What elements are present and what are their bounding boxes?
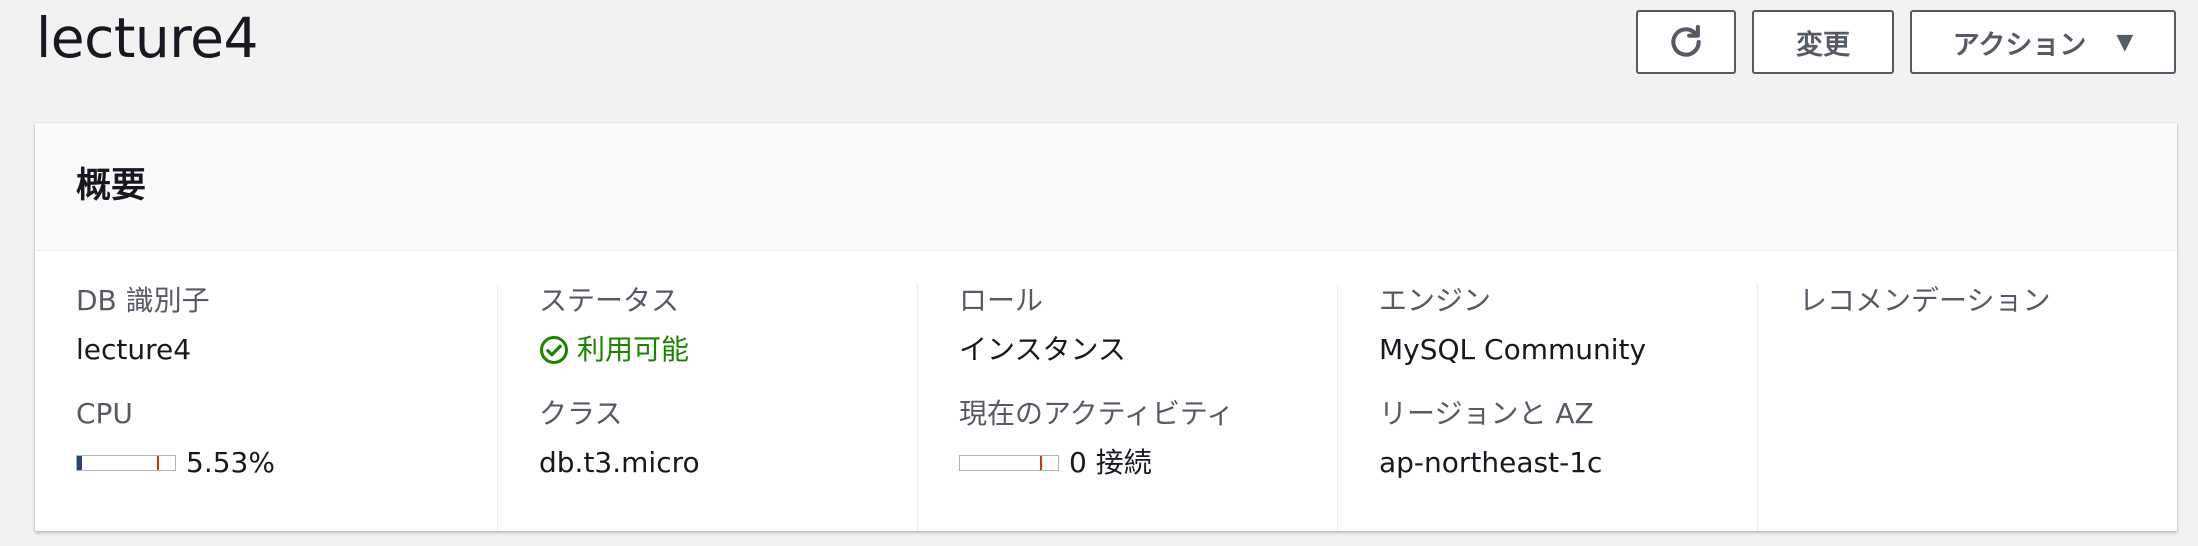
current-activity-value: 0 接続 [1069, 446, 1152, 479]
column-identifier: DB 識別子 lecture4 CPU 5.53% [35, 283, 497, 531]
current-activity-label: 現在のアクティビティ [959, 397, 1235, 430]
role-field: ロール インスタンス [959, 283, 1337, 368]
status-field: ステータス 利用可能 [539, 283, 917, 368]
activity-bar-threshold [1040, 456, 1042, 470]
panel-title: 概要 [76, 166, 147, 206]
summary-panel: 概要 DB 識別子 lecture4 CPU 5.53% ステータス 利用可能 … [35, 123, 2177, 531]
region-az-value: ap-northeast-1c [1379, 446, 1603, 479]
db-identifier-field: DB 識別子 lecture4 [76, 283, 497, 368]
status-label: ステータス [539, 284, 680, 317]
refresh-button[interactable] [1636, 10, 1736, 74]
role-label: ロール [959, 284, 1044, 317]
cpu-label: CPU [76, 397, 133, 430]
cpu-bar [76, 455, 176, 471]
refresh-icon [1671, 24, 1701, 57]
cpu-value: 5.53% [186, 446, 275, 479]
activity-bar [959, 455, 1059, 471]
actions-label: アクション [1952, 29, 2087, 61]
current-activity-value-row: 0 接続 [959, 445, 1337, 481]
actions-dropdown-button[interactable]: アクション ▼ [1910, 10, 2176, 74]
status-value-row: 利用可能 [539, 332, 917, 368]
column-recommendations: レコメンデーション [1757, 283, 2177, 531]
column-engine: エンジン MySQL Community リージョンと AZ ap-northe… [1337, 283, 1757, 531]
region-az-field: リージョンと AZ ap-northeast-1c [1379, 396, 1757, 481]
cpu-bar-threshold [157, 456, 159, 470]
recommendations-label: レコメンデーション [1799, 284, 2051, 317]
modify-button[interactable]: 変更 [1752, 10, 1894, 74]
db-identifier-value: lecture4 [76, 333, 192, 366]
cpu-bar-fill [77, 456, 83, 470]
header-actions: 変更 アクション ▼ [1636, 10, 2176, 74]
cpu-value-row: 5.53% [76, 445, 497, 481]
db-identifier-label: DB 識別子 [76, 284, 210, 317]
engine-label: エンジン [1379, 284, 1492, 317]
column-role: ロール インスタンス 現在のアクティビティ 0 接続 [917, 283, 1337, 531]
recommendations-field: レコメンデーション [1799, 283, 2177, 319]
column-status: ステータス 利用可能 クラス db.t3.micro [497, 283, 917, 531]
status-value: 利用可能 [577, 333, 690, 366]
class-field: クラス db.t3.micro [539, 396, 917, 481]
current-activity-field: 現在のアクティビティ 0 接続 [959, 396, 1337, 481]
class-label: クラス [539, 397, 623, 430]
role-value: インスタンス [959, 333, 1126, 366]
page-title: lecture4 [36, 6, 259, 70]
engine-field: エンジン MySQL Community [1379, 283, 1757, 368]
caret-down-icon: ▼ [2116, 29, 2134, 55]
region-az-label: リージョンと AZ [1379, 397, 1594, 430]
cpu-field: CPU 5.53% [76, 396, 497, 481]
check-circle-icon [540, 336, 568, 364]
panel-body: DB 識別子 lecture4 CPU 5.53% ステータス 利用可能 クラス… [35, 251, 2177, 531]
panel-header: 概要 [35, 123, 2177, 251]
engine-value: MySQL Community [1379, 333, 1647, 366]
class-value: db.t3.micro [539, 446, 700, 479]
